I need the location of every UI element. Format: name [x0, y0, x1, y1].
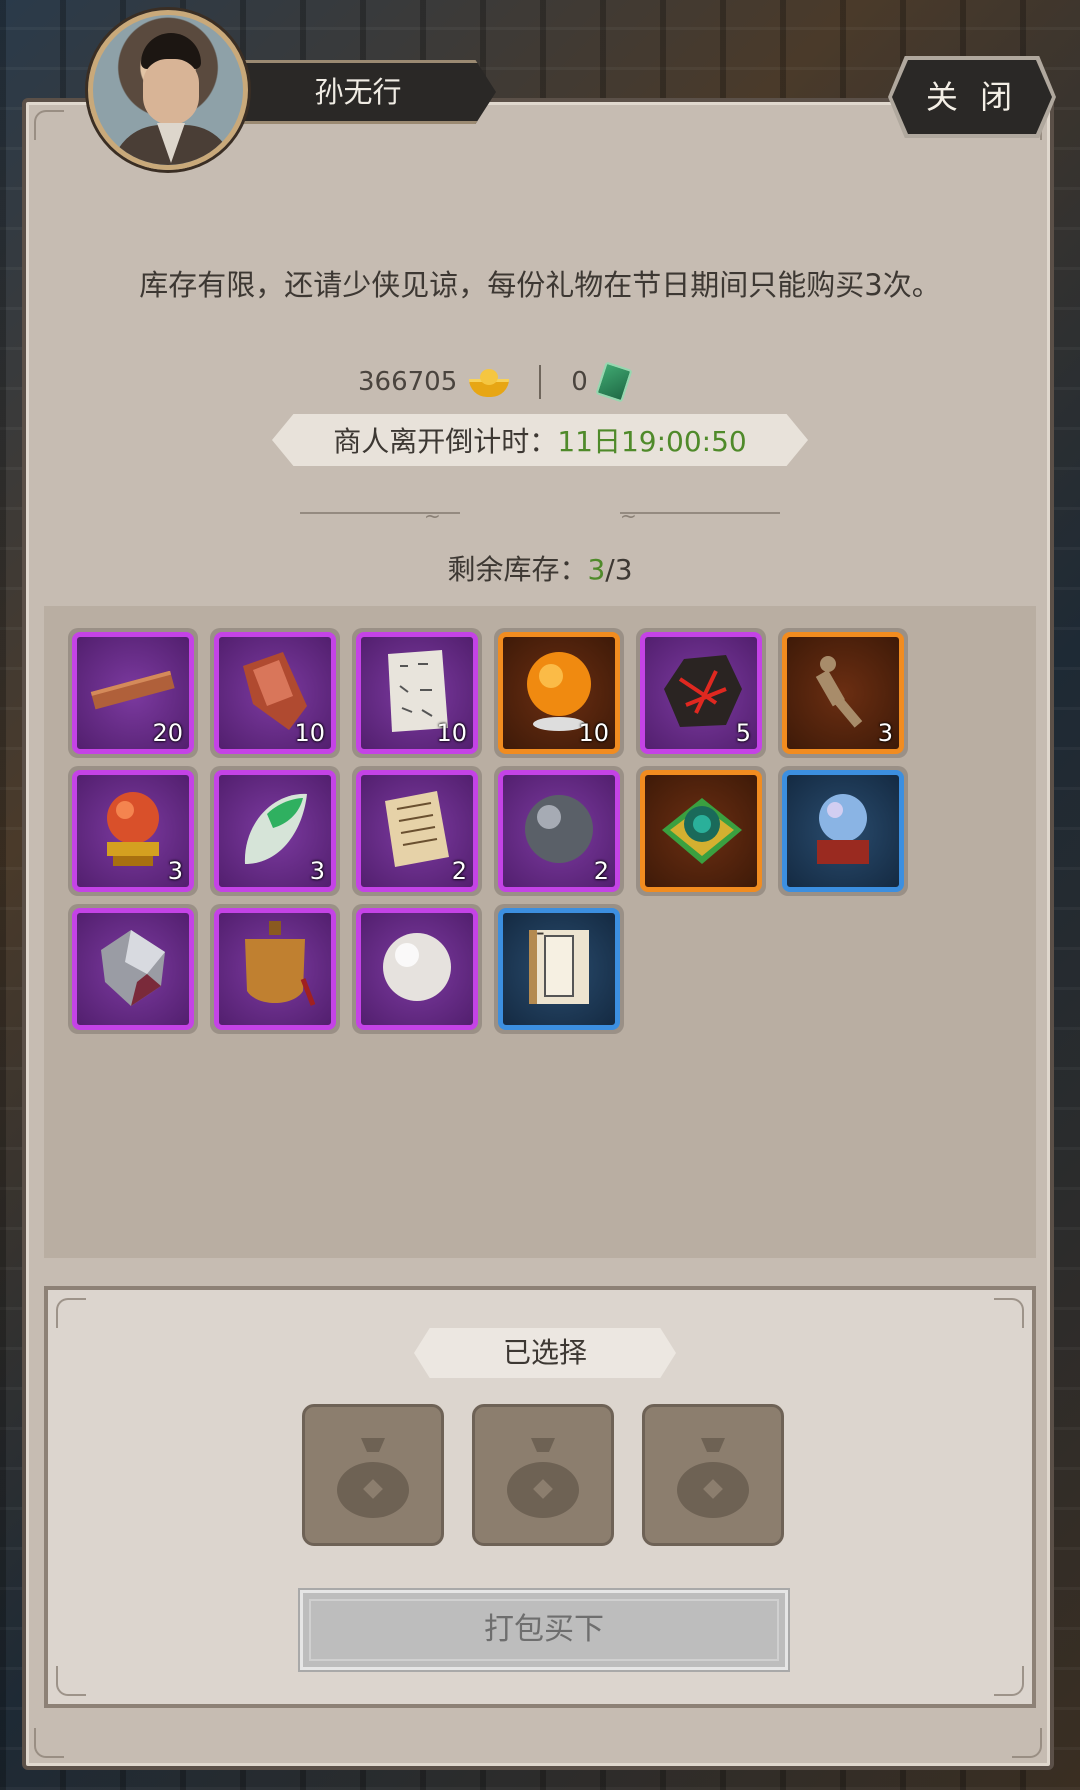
corner-ornament — [34, 1728, 64, 1758]
selection-slot-2[interactable] — [472, 1404, 614, 1546]
corner-ornament — [994, 1298, 1024, 1328]
selection-slot-1[interactable] — [302, 1404, 444, 1546]
item-slot-pearl[interactable] — [352, 904, 482, 1034]
divider-right — [620, 512, 780, 514]
selection-box: 已选择 打包买下 — [44, 1286, 1036, 1708]
item-slot-lava-ore[interactable]: 5 — [636, 628, 766, 758]
gold-ingot-icon — [469, 367, 510, 397]
stock-total: /3 — [605, 553, 633, 586]
buy-button-inner-border — [309, 1599, 779, 1661]
merchant-countdown: 商人离开倒计时： 11日19:00:50 — [272, 414, 808, 466]
close-button[interactable]: 关 闭 — [892, 60, 1052, 134]
divider-curl-right: ~ — [620, 504, 637, 528]
corner-ornament — [994, 1666, 1024, 1696]
item-slot-red-orb-stand[interactable]: 3 — [68, 766, 198, 896]
item-slot-letter-paper[interactable]: 2 — [352, 766, 482, 896]
item-frame: 5 — [640, 632, 762, 754]
item-frame — [214, 908, 336, 1030]
item-quantity: 20 — [152, 719, 183, 747]
money-bag-icon — [507, 1438, 579, 1518]
item-frame: 10 — [214, 632, 336, 754]
item-quantity: 3 — [167, 857, 183, 885]
corner-ornament — [34, 110, 64, 140]
item-quantity: 2 — [451, 857, 467, 885]
item-slot-green-swirl-cloth[interactable] — [636, 766, 766, 896]
item-slot-iron-ball[interactable]: 2 — [494, 766, 624, 896]
npc-name: 孙无行 — [314, 75, 402, 109]
item-slot-crystal-orb-stand[interactable] — [778, 766, 908, 896]
selected-label: 已选择 — [414, 1328, 676, 1378]
item-frame: 2 — [356, 770, 478, 892]
item-frame: 3 — [214, 770, 336, 892]
item-frame — [356, 908, 478, 1030]
item-quantity: 10 — [436, 719, 467, 747]
item-slot-jade-leaf[interactable]: 3 — [210, 766, 340, 896]
currency-bar: 366705 0 — [358, 361, 633, 403]
jade-leaf-icon — [233, 784, 317, 878]
remaining-stock: 剩余库存：3/3 — [0, 548, 1080, 588]
silver-crystal-icon — [91, 922, 175, 1016]
currency-separator — [539, 365, 542, 399]
book-manual-icon — [519, 922, 599, 1016]
item-slot-fire-orb[interactable]: 10 — [494, 628, 624, 758]
item-quantity: 10 — [294, 719, 325, 747]
jade-token-icon — [595, 361, 633, 403]
item-frame — [640, 770, 762, 892]
item-frame: 3 — [72, 770, 194, 892]
money-bag-icon — [677, 1438, 749, 1518]
jade-amount: 0 — [571, 367, 588, 397]
stock-current: 3 — [587, 553, 606, 586]
green-swirl-cloth-icon — [656, 784, 746, 878]
countdown-label: 商人离开倒计时： — [333, 425, 558, 458]
corner-ornament — [56, 1298, 86, 1328]
red-orb-stand-icon — [91, 784, 175, 878]
item-slot-book-manual[interactable] — [494, 904, 624, 1034]
bronze-figure-icon — [798, 646, 888, 740]
iron-ball-icon — [519, 789, 599, 873]
item-frame: 3 — [782, 632, 904, 754]
bronze-tag-icon — [233, 919, 317, 1019]
npc-name-plate: 孙无行 — [240, 60, 496, 124]
item-quantity: 3 — [877, 719, 893, 747]
item-slot-bronze-tag[interactable] — [210, 904, 340, 1034]
item-frame: 20 — [72, 632, 194, 754]
item-quantity: 10 — [578, 719, 609, 747]
item-slot-wood-plank[interactable]: 20 — [68, 628, 198, 758]
gold-amount: 366705 — [358, 367, 458, 397]
buy-bundle-button[interactable]: 打包买下 — [300, 1590, 788, 1670]
item-quantity: 3 — [309, 857, 325, 885]
item-slot-red-stone-shard[interactable]: 10 — [210, 628, 340, 758]
selection-slot-3[interactable] — [642, 1404, 784, 1546]
letter-paper-icon — [377, 787, 457, 875]
wood-plank-icon — [88, 670, 178, 715]
notice-text: 库存有限，还请少侠见谅，每份礼物在节日期间只能购买3次。 — [139, 268, 941, 302]
lava-ore-icon — [656, 649, 746, 737]
stray-dash: - — [536, 918, 545, 946]
item-frame: 2 — [498, 770, 620, 892]
divider-curl-left: ~ — [424, 504, 441, 528]
crystal-orb-stand-icon — [803, 784, 883, 878]
npc-avatar — [88, 10, 248, 170]
pearl-icon — [377, 927, 457, 1011]
item-quantity: 5 — [735, 719, 751, 747]
money-bag-icon — [337, 1438, 409, 1518]
item-frame: 10 — [498, 632, 620, 754]
corner-ornament — [1012, 1728, 1042, 1758]
stock-label: 剩余库存： — [447, 553, 588, 586]
item-frame — [782, 770, 904, 892]
item-quantity: 2 — [593, 857, 609, 885]
item-frame — [72, 908, 194, 1030]
item-frame: 10 — [356, 632, 478, 754]
corner-ornament — [56, 1666, 86, 1696]
item-slot-silver-crystal[interactable] — [68, 904, 198, 1034]
countdown-value: 11日19:00:50 — [557, 425, 747, 458]
item-slot-bronze-figure[interactable]: 3 — [778, 628, 908, 758]
item-slot-script-scroll[interactable]: 10 — [352, 628, 482, 758]
item-frame — [498, 908, 620, 1030]
